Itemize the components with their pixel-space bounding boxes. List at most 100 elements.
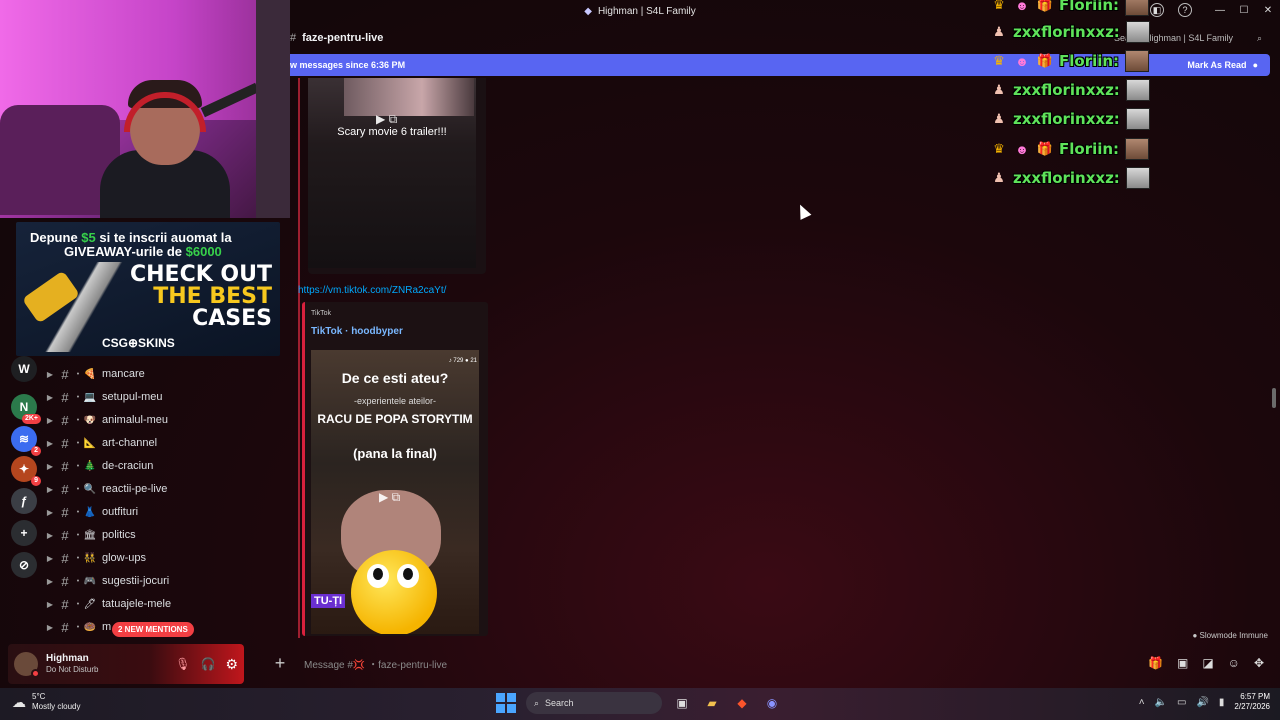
video-embed[interactable]: Scary movie 6 trailer!!! ▶ ⧉: [308, 78, 486, 274]
help-icon[interactable]: ?: [1178, 3, 1192, 17]
user-controls: 🎙 🎧 ⚙: [175, 656, 238, 673]
emote: [1125, 108, 1150, 130]
chevron-up-icon[interactable]: ˄: [1139, 697, 1145, 708]
weather-temp: 5°C: [32, 692, 46, 701]
maximize-button[interactable]: ☐: [1232, 0, 1256, 22]
channel-item[interactable]: ▶ # • 🏛 politics: [44, 525, 284, 545]
chevron-right-icon: ▶: [46, 553, 54, 563]
dnd-status-icon: [31, 669, 40, 678]
face-badge-icon: ☻: [1015, 53, 1029, 69]
channel-item[interactable]: ▶ # • 🍕 mancare: [44, 364, 284, 384]
battery-icon[interactable]: ▮: [1219, 697, 1225, 708]
embed-provider: TikTok: [311, 310, 331, 317]
channel-label: politics: [102, 529, 136, 541]
add-server-icon[interactable]: +: [11, 520, 37, 546]
chat-username: zxxflorinxxz:: [1013, 169, 1120, 187]
channel-item[interactable]: ▶ # • 👗 outfituri: [44, 502, 284, 522]
channel-item[interactable]: ▶ # • 👯 glow-ups: [44, 548, 284, 568]
avatar[interactable]: [14, 652, 40, 678]
video-tag: TU-ȚI: [311, 594, 346, 608]
channel-label: setupul-meu: [102, 391, 163, 403]
brave-browser-icon[interactable]: ◆: [732, 693, 752, 713]
channel-item[interactable]: ▶ # • 💻 setupul-meu: [44, 387, 284, 407]
speaker-icon[interactable]: 🔈: [1155, 697, 1167, 708]
channel-item[interactable]: ▶ # • 🖊 tatuajele-mele: [44, 594, 284, 614]
new-mentions-pill[interactable]: 2 NEW MENTIONS: [112, 622, 194, 637]
tiktok-video[interactable]: ♪ 729 ● 21 De ce esti ateu? -experientel…: [311, 350, 479, 634]
hat-badge-icon: ♟: [993, 82, 1005, 97]
ad-cta-3: CASES: [192, 306, 272, 331]
channel-emoji: 🔍: [83, 483, 97, 495]
inbox-icon[interactable]: ◧: [1150, 3, 1164, 17]
channel-label: reactii-pe-live: [102, 483, 168, 495]
volume-icon[interactable]: 🔊: [1196, 697, 1208, 708]
server-icon[interactable]: ≋ 2: [11, 426, 41, 456]
ad-brand-logo: CSG⊕SKINS: [102, 336, 175, 350]
user-name: Highman: [46, 653, 89, 664]
server-icon[interactable]: ✦ 9: [11, 456, 41, 486]
discord-icon[interactable]: ◉: [762, 693, 782, 713]
attach-button[interactable]: +: [268, 653, 292, 674]
clock[interactable]: 6:57 PM 2/27/2026: [1234, 692, 1270, 712]
gift-badge-icon: 🎁: [1036, 141, 1054, 156]
chevron-right-icon: ▶: [46, 530, 54, 540]
video-subtitle: -experientele ateilor-: [353, 396, 437, 406]
server-rail: W N 2K+ ≋ 2 ✦ 9 ƒ + ⊘: [8, 356, 41, 586]
server-icon[interactable]: W: [11, 356, 37, 382]
emoji-icon[interactable]: ☺: [1228, 656, 1240, 670]
tiktok-embed: TikTok TikTok · hoodbyper ♪ 729 ● 21 De …: [302, 302, 488, 636]
channel-label: sugestii-jocuri: [102, 575, 170, 587]
close-button[interactable]: ✕: [1256, 0, 1280, 22]
hat-badge-icon: ♟: [993, 24, 1005, 39]
chevron-right-icon: ▶: [46, 392, 54, 402]
server-icon[interactable]: N 2K+: [11, 394, 41, 424]
message-accent-bar: [298, 78, 300, 638]
sponsor-ad: Depune $5 si te inscrii auomat la GIVEAW…: [16, 222, 280, 356]
video-stats: ♪ 729 ● 21: [448, 358, 477, 364]
message-input[interactable]: Message #💢 ・faze-pentru-live: [304, 656, 447, 671]
monitor-icon[interactable]: ▭: [1177, 697, 1186, 708]
server-icon[interactable]: ƒ: [11, 488, 37, 514]
windows-taskbar: ☁ 5°C Mostly cloudy ⌕ Search ▣ ▰ ◆ ◉ ˄ 🔈 …: [0, 688, 1280, 720]
embed-author-link[interactable]: TikTok · hoodbyper: [311, 326, 403, 337]
titlebar-tools: ◧ ?: [1150, 3, 1192, 17]
discover-icon[interactable]: ⊘: [11, 552, 37, 578]
channel-item[interactable]: ▶ # • 🐶 animalul-meu: [44, 410, 284, 430]
play-icon[interactable]: ▶ ⧉: [376, 112, 397, 127]
task-view-icon[interactable]: ▣: [672, 693, 692, 713]
file-explorer-icon[interactable]: ▰: [702, 693, 722, 713]
hat-badge-icon: ♟: [993, 111, 1005, 126]
mark-as-read-button[interactable]: Mark As Read ●: [1187, 60, 1258, 70]
windows-start-icon[interactable]: [496, 693, 516, 713]
gift-icon[interactable]: 🎁: [1148, 656, 1163, 670]
channel-item[interactable]: ▶ # • 🔍 reactii-pe-live: [44, 479, 284, 499]
weather-widget[interactable]: ☁ 5°C Mostly cloudy: [12, 692, 80, 712]
headphones-muted-icon[interactable]: 🎧: [200, 657, 215, 671]
crown-badge-icon: ♛: [993, 53, 1005, 68]
mic-muted-icon[interactable]: 🎙: [175, 657, 190, 671]
chat-username: zxxflorinxxz:: [1013, 110, 1120, 128]
channel-item[interactable]: ▶ # • 🎮 sugestii-jocuri: [44, 571, 284, 591]
channel-emoji: 👗: [83, 506, 97, 518]
chevron-right-icon: ▶: [46, 369, 54, 379]
taskbar-search-label: Search: [545, 698, 574, 708]
play-icon[interactable]: ▶ ⧉: [379, 490, 400, 505]
video-line-3: RACU DE POPA STORYTIM: [317, 412, 473, 426]
tiktok-link[interactable]: https://vm.tiktok.com/ZNRa2caYt/: [298, 285, 446, 296]
gear-icon[interactable]: ⚙: [225, 656, 238, 673]
user-status: Do Not Disturb: [46, 665, 99, 674]
message-composer[interactable]: + Message #💢 ・faze-pentru-live 🎁 ▣ ◪ ☺ ✥: [262, 650, 1270, 676]
scrollbar-thumb[interactable]: [1272, 388, 1276, 408]
channel-item[interactable]: ▶ # • 🎄 de-craciun: [44, 456, 284, 476]
channel-label: animalul-meu: [102, 414, 169, 426]
taskbar-search[interactable]: ⌕ Search: [526, 692, 662, 714]
emoji-eye-right: [397, 564, 419, 588]
minimize-button[interactable]: —: [1208, 0, 1232, 22]
new-messages-text: w messages since 6:36 PM: [290, 60, 406, 70]
gif-icon[interactable]: ▣: [1177, 656, 1188, 670]
sticker-icon[interactable]: ◪: [1202, 656, 1213, 670]
channel-item[interactable]: ▶ # • 📐 art-channel: [44, 433, 284, 453]
user-info[interactable]: Highman Do Not Disturb: [46, 653, 98, 675]
channel-label: outfituri: [102, 506, 139, 518]
apps-icon[interactable]: ✥: [1254, 656, 1264, 670]
